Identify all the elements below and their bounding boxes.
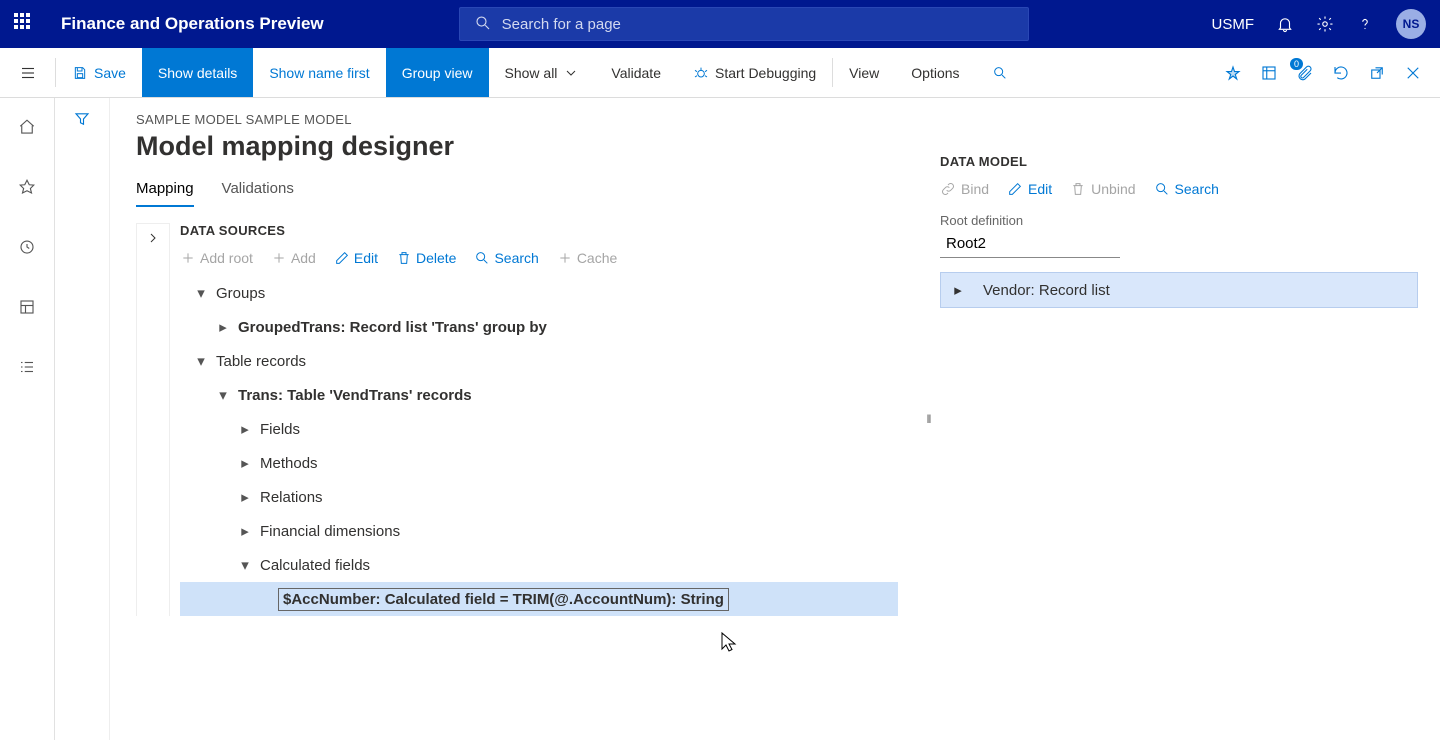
cache-button[interactable]: Cache: [557, 250, 617, 266]
datasources-toolbar: Add root Add Edit Delete Search Cache: [180, 250, 898, 266]
attachments-icon[interactable]: 0: [1296, 64, 1314, 82]
view-button[interactable]: View: [833, 48, 895, 97]
mouse-cursor-icon: [720, 631, 738, 656]
user-avatar[interactable]: NS: [1396, 9, 1426, 39]
datasource-types-collapsed[interactable]: [136, 223, 170, 616]
personalize-icon[interactable]: [1224, 64, 1242, 82]
app-title: Finance and Operations Preview: [61, 14, 324, 34]
options-button[interactable]: Options: [895, 48, 975, 97]
save-label: Save: [94, 65, 126, 81]
data-model-toolbar: Bind Edit Unbind Search: [940, 181, 1418, 197]
root-def-input[interactable]: [940, 230, 1120, 258]
data-model-title: DATA MODEL: [940, 154, 1418, 169]
ds-search-button[interactable]: Search: [474, 250, 538, 266]
nav-workspaces-icon[interactable]: [10, 290, 44, 324]
tree-node-table-records[interactable]: ▾Table records: [180, 344, 898, 378]
tree-node-calculated-fields[interactable]: ▾Calculated fields: [180, 548, 898, 582]
global-search[interactable]: Search for a page: [459, 7, 1029, 41]
dm-search-button[interactable]: Search: [1154, 181, 1219, 197]
start-debugging-button[interactable]: Start Debugging: [677, 48, 832, 97]
datasources-title: DATA SOURCES: [180, 223, 898, 238]
tree-node-relations[interactable]: ▸Relations: [180, 480, 898, 514]
help-icon[interactable]: [1356, 15, 1374, 33]
nav-favorites-icon[interactable]: [10, 170, 44, 204]
show-all-label: Show all: [505, 65, 558, 81]
filter-icon[interactable]: [73, 110, 91, 740]
show-name-first-button[interactable]: Show name first: [253, 48, 385, 97]
root-def-label: Root definition: [940, 213, 1418, 228]
nav-modules-icon[interactable]: [10, 350, 44, 384]
cmd-search-icon[interactable]: [976, 48, 1024, 97]
save-button[interactable]: Save: [56, 48, 142, 97]
bind-button[interactable]: Bind: [940, 181, 989, 197]
title-bar: Finance and Operations Preview Search fo…: [0, 0, 1440, 48]
group-view-button[interactable]: Group view: [386, 48, 489, 97]
tree-node-groups[interactable]: ▾Groups: [180, 276, 898, 310]
nav-home-icon[interactable]: [10, 110, 44, 144]
settings-gear-icon[interactable]: [1316, 15, 1334, 33]
app-launcher-icon[interactable]: [14, 13, 36, 35]
tree-node-trans[interactable]: ▾Trans: Table 'VendTrans' records: [180, 378, 898, 412]
refresh-icon[interactable]: [1332, 64, 1350, 82]
close-icon[interactable]: [1404, 64, 1422, 82]
delete-button[interactable]: Delete: [396, 250, 456, 266]
datasources-tree: ▾Groups ▸GroupedTrans: Record list 'Tran…: [180, 276, 898, 616]
nav-toggle-icon[interactable]: [0, 48, 55, 97]
search-placeholder: Search for a page: [502, 16, 621, 33]
tree-node-financial-dimensions[interactable]: ▸Financial dimensions: [180, 514, 898, 548]
nav-recent-icon[interactable]: [10, 230, 44, 264]
show-details-button[interactable]: Show details: [142, 48, 253, 97]
tree-node-accnumber[interactable]: ▸$AccNumber: Calculated field = TRIM(@.A…: [180, 582, 898, 616]
notifications-icon[interactable]: [1276, 15, 1294, 33]
command-bar: Save Show details Show name first Group …: [0, 48, 1440, 98]
page-title: Model mapping designer: [136, 131, 898, 162]
search-icon: [474, 14, 492, 35]
unbind-button[interactable]: Unbind: [1070, 181, 1135, 197]
filter-rail: [55, 98, 110, 740]
tree-node-methods[interactable]: ▸Methods: [180, 446, 898, 480]
edit-button[interactable]: Edit: [334, 250, 378, 266]
dm-edit-button[interactable]: Edit: [1007, 181, 1052, 197]
left-nav-rail: [0, 98, 55, 740]
open-office-icon[interactable]: [1260, 64, 1278, 82]
validate-button[interactable]: Validate: [595, 48, 677, 97]
attach-badge: 0: [1290, 58, 1303, 70]
main-content: SAMPLE MODEL SAMPLE MODEL Model mapping …: [110, 98, 918, 740]
add-root-button[interactable]: Add root: [180, 250, 253, 266]
add-button[interactable]: Add: [271, 250, 316, 266]
start-debugging-label: Start Debugging: [715, 65, 816, 81]
tab-validations[interactable]: Validations: [222, 180, 294, 207]
pane-splitter[interactable]: ‖: [918, 98, 940, 740]
legal-entity[interactable]: USMF: [1212, 16, 1255, 33]
show-all-dropdown[interactable]: Show all: [489, 48, 596, 97]
popout-icon[interactable]: [1368, 64, 1386, 82]
data-model-panel: DATA MODEL Bind Edit Unbind Search Root …: [940, 98, 1440, 740]
dm-node-vendor[interactable]: ▸ Vendor: Record list: [940, 272, 1418, 308]
breadcrumb: SAMPLE MODEL SAMPLE MODEL: [136, 112, 898, 127]
tree-node-fields[interactable]: ▸Fields: [180, 412, 898, 446]
tree-node-groupedtrans[interactable]: ▸GroupedTrans: Record list 'Trans' group…: [180, 310, 898, 344]
tab-mapping[interactable]: Mapping: [136, 180, 194, 207]
